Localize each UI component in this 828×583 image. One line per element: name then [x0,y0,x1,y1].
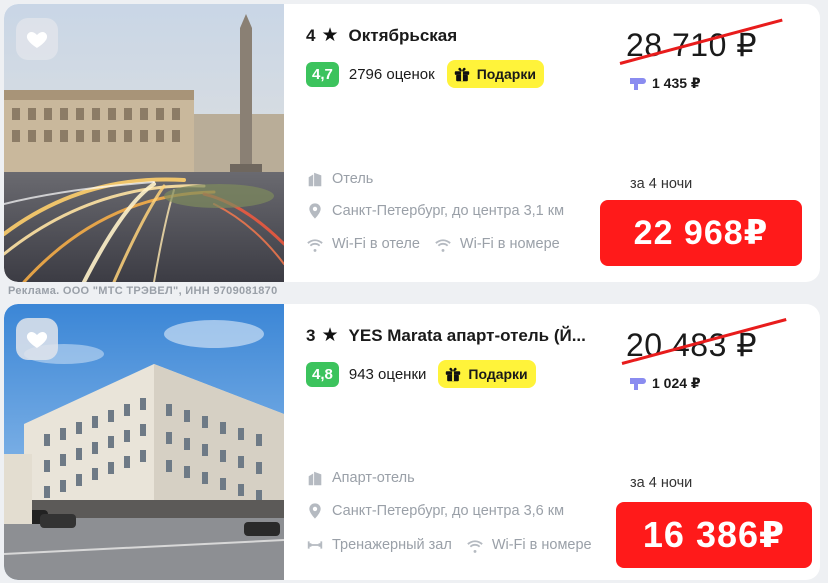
hotel-card-yes-marata[interactable]: 3 ★ YES Marata апарт-отель (Й... 4,8 943… [4,304,820,580]
cashback-icon [630,78,646,90]
nights-label: за 4 ночи [630,176,693,192]
location-row[interactable]: Санкт-Петербург, до центра 3,1 км [306,202,564,220]
gift-icon [446,367,461,382]
price-button[interactable]: 16 386₽ [616,502,812,568]
heart-icon [26,332,48,348]
nights-label: за 4 ночи [630,475,693,491]
wifi-icon [307,239,323,252]
amenities-row: Wi-Fi в отеле Wi-Fi в номере [306,235,560,253]
property-type: Апарт-отель [332,470,415,486]
gym-icon [307,541,323,549]
hotel-meta-row: 4,8 943 оценки Подарки [306,360,536,388]
cashback-icon [630,378,646,390]
price-button[interactable]: 22 968₽ [600,200,802,266]
property-type-row: Апарт-отель [306,469,415,487]
wifi-icon [435,239,451,252]
hotel-name[interactable]: Октябрьская [349,26,458,46]
hotel-title-row[interactable]: 3 ★ YES Marata апарт-отель (Й... [306,324,586,347]
hotel-info: 3 ★ YES Marata апарт-отель (Й... 4,8 943… [306,304,616,580]
favorite-button[interactable] [16,318,58,360]
star-icon: ★ [321,25,339,46]
property-type: Отель [332,171,374,187]
location-pin-icon [309,503,321,519]
cashback-amount: 1 024 ₽ [652,374,701,391]
amenity-label: Тренажерный зал [332,537,452,553]
heart-icon [26,32,48,48]
reviews-count[interactable]: 2796 оценок [349,66,435,83]
hotel-stars-count: 4 [306,25,316,45]
gift-icon [454,67,469,82]
building-icon [308,471,322,486]
cashback-points[interactable]: 1 435 ₽ [628,74,701,92]
price-block: 28 710 ₽ 1 435 ₽ за 4 ночи 22 968₽ [600,4,820,282]
location-text: Санкт-Петербург, до центра 3,1 км [332,203,565,219]
hotel-title-row[interactable]: 4 ★ Октябрьская [306,24,457,47]
price-block: 20 483 ₽ 1 024 ₽ за 4 ночи 16 386₽ [600,304,820,580]
hotel-card-oktyabrskaya[interactable]: 4 ★ Октябрьская 4,7 2796 оценок Подарки … [4,4,820,282]
rating-badge: 4,7 [306,61,339,87]
star-icon: ★ [321,325,339,346]
property-type-row: Отель [306,170,373,188]
location-pin-icon [309,203,321,219]
location-text: Санкт-Петербург, до центра 3,6 км [332,503,565,519]
amenity-label: Wi-Fi в отеле [332,236,420,252]
hotel-stars-count: 3 [306,325,316,345]
rating-badge: 4,8 [306,361,339,387]
amenities-row: Тренажерный зал Wi-Fi в номере [306,536,592,554]
building-icon [308,172,322,187]
hotel-photo[interactable] [4,4,284,282]
hotel-photo[interactable] [4,304,284,580]
hotel-meta-row: 4,7 2796 оценок Подарки [306,60,544,88]
reviews-count[interactable]: 943 оценки [349,366,427,383]
gifts-label: Подарки [468,366,528,382]
ad-disclaimer: Реклама. ООО "МТС ТРЭВЕЛ", ИНН 970908187… [8,285,278,297]
wifi-icon [467,540,483,553]
hotel-name[interactable]: YES Marata апарт-отель (Й... [349,326,586,346]
gifts-badge[interactable]: Подарки [446,60,544,88]
cashback-amount: 1 435 ₽ [652,74,701,91]
gifts-label: Подарки [476,66,536,82]
hotel-info: 4 ★ Октябрьская 4,7 2796 оценок Подарки … [306,4,606,282]
amenity-label: Wi-Fi в номере [459,236,560,252]
cashback-points[interactable]: 1 024 ₽ [628,374,701,392]
gifts-badge[interactable]: Подарки [438,360,536,388]
location-row[interactable]: Санкт-Петербург, до центра 3,6 км [306,502,564,520]
favorite-button[interactable] [16,18,58,60]
amenity-label: Wi-Fi в номере [491,537,592,553]
